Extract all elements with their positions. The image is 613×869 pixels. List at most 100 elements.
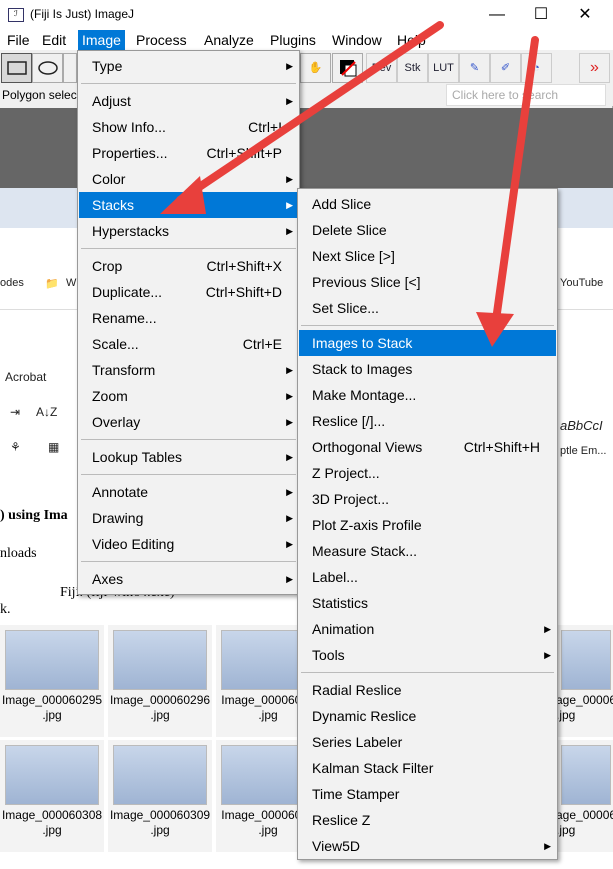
menu-item-make-montage[interactable]: Make Montage... — [299, 382, 556, 408]
menu-item-dynamic-reslice[interactable]: Dynamic Reslice — [299, 703, 556, 729]
menu-item-set-slice[interactable]: Set Slice... — [299, 295, 556, 321]
menu-item-3d-project[interactable]: 3D Project... — [299, 486, 556, 512]
menu-item-label: Tools — [312, 647, 345, 663]
menu-item-video-editing[interactable]: Video Editing ▶ — [79, 531, 298, 557]
menu-item-axes[interactable]: Axes ▶ — [79, 566, 298, 592]
menu-analyze[interactable]: Analyze — [200, 30, 258, 50]
menu-item-label: Measure Stack... — [312, 543, 418, 559]
menu-window[interactable]: Window — [328, 30, 386, 50]
menu-item-rename[interactable]: Rename... — [79, 305, 298, 331]
menu-item-reslice-z[interactable]: Reslice Z — [299, 807, 556, 833]
menu-item-drawing[interactable]: Drawing ▶ — [79, 505, 298, 531]
oval-tool[interactable] — [32, 53, 63, 83]
menu-help[interactable]: Help — [393, 30, 430, 50]
menu-item-label[interactable]: Label... — [299, 564, 556, 590]
file-thumbnail[interactable]: Image_000060308 .jpg — [0, 740, 104, 852]
file-thumbnail[interactable]: age_00006030 .jpg — [556, 625, 613, 737]
lut-tool[interactable]: LUT — [428, 53, 459, 83]
menu-item-show-info[interactable]: Show Info... Ctrl+I — [79, 114, 298, 140]
menu-item-transform[interactable]: Transform ▶ — [79, 357, 298, 383]
style-name[interactable]: ptle Em... — [560, 445, 606, 457]
hand-icon[interactable]: ✋ — [300, 53, 331, 83]
close-button[interactable]: ✕ — [562, 0, 608, 30]
menu-item-label: Reslice Z — [312, 812, 371, 828]
menu-item-z-project[interactable]: Z Project... — [299, 460, 556, 486]
fill-color-icon[interactable]: ⚘ — [10, 440, 21, 454]
search-input[interactable]: Click here to search — [446, 84, 606, 106]
menu-item-measure-stack[interactable]: Measure Stack... — [299, 538, 556, 564]
submenu-arrow-icon: ▶ — [286, 574, 293, 584]
ribbon-tab-acrobat[interactable]: Acrobat — [5, 370, 46, 384]
menu-item-next-slice[interactable]: Next Slice [>] — [299, 243, 556, 269]
menu-item-label: Zoom — [92, 388, 128, 404]
file-thumbnail[interactable]: Image_000060295 .jpg — [0, 625, 104, 737]
file-thumbnail[interactable]: age_00006031 .jpg — [556, 740, 613, 852]
menu-item-add-slice[interactable]: Add Slice — [299, 191, 556, 217]
menu-item-annotate[interactable]: Annotate ▶ — [79, 479, 298, 505]
menu-item-zoom[interactable]: Zoom ▶ — [79, 383, 298, 409]
menu-item-label: Scale... — [92, 336, 139, 352]
file-thumbnail[interactable]: Image_000060309 .jpg — [108, 740, 212, 852]
stack-tool[interactable]: Stk — [397, 53, 428, 83]
menu-item-series-labeler[interactable]: Series Labeler — [299, 729, 556, 755]
menu-item-previous-slice[interactable]: Previous Slice [<] — [299, 269, 556, 295]
menu-file[interactable]: File — [3, 30, 34, 50]
pencil-icon[interactable]: ✎ — [459, 53, 490, 83]
brush-icon[interactable]: ✐ — [490, 53, 521, 83]
color-picker-icon[interactable] — [332, 53, 363, 83]
menu-item-statistics[interactable]: Statistics — [299, 590, 556, 616]
bookmark-item[interactable]: W — [66, 277, 76, 289]
menu-item-label: Radial Reslice — [312, 682, 402, 698]
indent-icon[interactable]: ⇥ — [10, 405, 20, 419]
maximize-button[interactable]: ☐ — [518, 0, 564, 30]
minimize-button[interactable]: — — [474, 0, 520, 30]
menu-item-type[interactable]: Type ▶ — [79, 53, 298, 79]
menu-item-overlay[interactable]: Overlay ▶ — [79, 409, 298, 435]
menu-item-properties[interactable]: Properties... Ctrl+Shift+P — [79, 140, 298, 166]
sort-icon[interactable]: A↓Z — [36, 405, 57, 419]
doc-line: k. — [0, 602, 11, 617]
menu-item-scale[interactable]: Scale... Ctrl+E — [79, 331, 298, 357]
bookmark-item[interactable]: YouTube — [560, 277, 603, 289]
style-preview[interactable]: aBbCcI — [560, 418, 603, 433]
menu-item-view5d[interactable]: View5D ▶ — [299, 833, 556, 859]
menu-item-lookup-tables[interactable]: Lookup Tables ▶ — [79, 444, 298, 470]
menu-item-radial-reslice[interactable]: Radial Reslice — [299, 677, 556, 703]
menu-item-images-to-stack[interactable]: Images to Stack — [299, 330, 556, 356]
more-tools-icon[interactable]: » — [579, 53, 610, 83]
bookmark-item[interactable]: odes — [0, 277, 24, 289]
submenu-arrow-icon: ▶ — [286, 200, 293, 210]
menu-item-label: Images to Stack — [312, 335, 413, 351]
menu-item-stack-to-images[interactable]: Stack to Images — [299, 356, 556, 382]
menu-item-label: Adjust — [92, 93, 131, 109]
menu-image[interactable]: Image — [78, 30, 125, 50]
menu-item-time-stamper[interactable]: Time Stamper — [299, 781, 556, 807]
file-thumbnail[interactable]: Image_000060296 .jpg — [108, 625, 212, 737]
menu-item-orthogonal-views[interactable]: Orthogonal Views Ctrl+Shift+H — [299, 434, 556, 460]
menu-item-color[interactable]: Color ▶ — [79, 166, 298, 192]
menu-separator — [81, 439, 296, 440]
menu-process[interactable]: Process — [132, 30, 191, 50]
borders-icon[interactable]: ▦ — [48, 440, 59, 454]
menu-item-label: Stacks — [92, 197, 135, 213]
menu-item-reslice[interactable]: Reslice [/]... — [299, 408, 556, 434]
menu-item-kalman-stack-filter[interactable]: Kalman Stack Filter — [299, 755, 556, 781]
submenu-arrow-icon: ▶ — [286, 417, 293, 427]
menu-edit[interactable]: Edit — [38, 30, 70, 50]
flood-fill-icon[interactable]: ◔ — [521, 53, 552, 83]
menu-item-stacks[interactable]: Stacks ▶ — [79, 192, 298, 218]
menu-item-adjust[interactable]: Adjust ▶ — [79, 88, 298, 114]
dev-tool[interactable]: Dev — [366, 53, 397, 83]
menu-plugins[interactable]: Plugins — [266, 30, 320, 50]
polygon-tool[interactable] — [63, 53, 77, 83]
menu-item-delete-slice[interactable]: Delete Slice — [299, 217, 556, 243]
menu-item-label: Set Slice... — [312, 300, 379, 316]
rectangle-tool[interactable] — [1, 53, 32, 83]
menu-item-duplicate[interactable]: Duplicate... Ctrl+Shift+D — [79, 279, 298, 305]
submenu-arrow-icon: ▶ — [544, 650, 551, 660]
menu-item-hyperstacks[interactable]: Hyperstacks ▶ — [79, 218, 298, 244]
menu-item-crop[interactable]: Crop Ctrl+Shift+X — [79, 253, 298, 279]
menu-item-tools[interactable]: Tools ▶ — [299, 642, 556, 668]
menu-item-animation[interactable]: Animation ▶ — [299, 616, 556, 642]
menu-item-plot-z-axis-profile[interactable]: Plot Z-axis Profile — [299, 512, 556, 538]
